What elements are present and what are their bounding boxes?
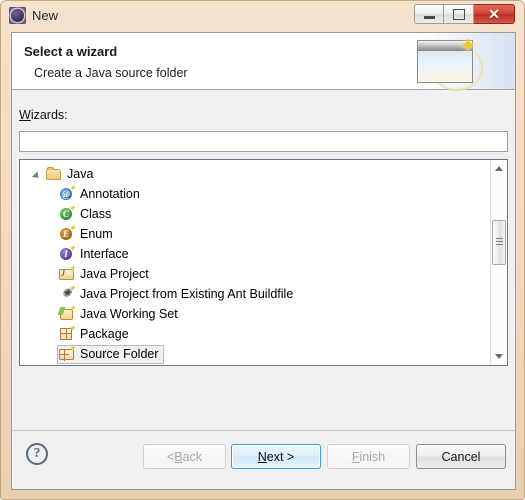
tree-item-label: Annotation <box>80 187 140 201</box>
tree-item-java[interactable]: Java <box>20 164 490 184</box>
tree-item-label: Enum <box>80 227 113 241</box>
close-button[interactable]: ✕ <box>474 4 515 24</box>
title-bar[interactable]: New ✕ <box>1 1 525 31</box>
scroll-up-icon[interactable] <box>491 160 507 177</box>
window-title: New <box>32 8 59 23</box>
tree-item-label: Java <box>67 167 94 181</box>
folder-open-icon <box>46 166 62 182</box>
tree-item-class[interactable]: C ✦ Class <box>20 204 490 224</box>
back-button[interactable]: < Back <box>143 444 226 469</box>
maximize-icon <box>452 8 465 20</box>
next-button-mnemonic: N <box>257 449 267 464</box>
tree-item-java-project-from-ant-buildfile[interactable]: ✺ ✦ Java Project from Existing Ant Buildf… <box>20 284 490 304</box>
wizard-tree[interactable]: Java @ ✦ Annotation C ✦ Class E ✦ Enum I… <box>19 159 508 366</box>
minimize-button[interactable] <box>414 4 444 24</box>
annotation-icon: @ ✦ <box>59 184 76 202</box>
maximize-button[interactable] <box>444 4 474 24</box>
back-button-prefix: < <box>166 449 175 464</box>
java-project-icon: ✦ <box>59 264 76 282</box>
page-title: Select a wizard <box>24 44 118 59</box>
tree-item-label: Source Folder <box>80 347 159 361</box>
tree-item-annotation[interactable]: @ ✦ Annotation <box>20 184 490 204</box>
sparkle-icon: ✦ <box>458 33 478 58</box>
tree-item-java-project[interactable]: ✦ Java Project <box>20 264 490 284</box>
tree-item-label: Interface <box>80 247 129 261</box>
close-icon: ✕ <box>488 6 500 22</box>
gear-icon <box>11 9 24 22</box>
next-button[interactable]: Next > <box>231 444 321 469</box>
working-set-icon: ✦ <box>59 304 76 322</box>
filter-label: Wizards: <box>19 108 68 122</box>
wizard-header: Select a wizard Create a Java source fol… <box>12 33 515 91</box>
filter-label-mnemonic: W <box>19 108 31 122</box>
wizard-tree-list: Java @ ✦ Annotation C ✦ Class E ✦ Enum I… <box>20 160 490 365</box>
help-button[interactable]: ? <box>26 443 48 465</box>
filter-label-rest: izards: <box>30 108 68 122</box>
tree-item-label: Class <box>80 207 112 221</box>
tree-item-enum[interactable]: E ✦ Enum <box>20 224 490 244</box>
scroll-down-icon[interactable] <box>491 348 507 365</box>
back-button-mnemonic: B <box>174 449 183 464</box>
scrollbar-thumb[interactable] <box>492 220 506 265</box>
tree-item-label: Java Project <box>80 267 149 281</box>
enum-icon: E ✦ <box>59 224 76 242</box>
tree-item-source-folder[interactable]: ✦ Source Folder <box>20 344 490 364</box>
button-bar-separator <box>12 430 515 431</box>
scrollbar-grip-icon <box>496 238 503 245</box>
next-button-suffix: ext > <box>266 449 295 464</box>
finish-button-suffix: inish <box>359 449 386 464</box>
tree-item-java-working-set[interactable]: ✦ Java Working Set <box>20 304 490 324</box>
back-button-suffix: ack <box>182 449 203 464</box>
cancel-button-suffix: Cancel <box>441 449 481 464</box>
finish-button-mnemonic: F <box>351 449 360 464</box>
wizard-banner-icon: ✦ <box>395 33 515 91</box>
dialog-window: New ✕ Select a wizard Create a Java sour… <box>0 0 525 500</box>
tree-item-label: Java Project from Existing Ant Buildfile <box>80 287 294 301</box>
class-icon: C ✦ <box>59 204 76 222</box>
page-description: Create a Java source folder <box>34 66 188 80</box>
tree-item-label: Package <box>80 327 129 341</box>
source-folder-icon: ✦ <box>59 344 76 362</box>
tree-scrollbar[interactable] <box>490 160 507 365</box>
tree-item-interface[interactable]: I ✦ Interface <box>20 244 490 264</box>
cancel-button[interactable]: Cancel <box>416 444 506 469</box>
dialog-client-area: Select a wizard Create a Java source fol… <box>11 32 516 490</box>
minimize-icon <box>423 15 435 19</box>
window-icon <box>9 7 26 24</box>
tree-item-label: Java Working Set <box>80 307 178 321</box>
chevron-down-icon[interactable] <box>32 169 43 180</box>
interface-icon: I ✦ <box>59 244 76 262</box>
package-icon: ✦ <box>59 324 76 342</box>
tree-item-package[interactable]: ✦ Package <box>20 324 490 344</box>
finish-button[interactable]: Finish <box>327 444 410 469</box>
wizard-filter-input[interactable] <box>19 131 508 152</box>
ant-buildfile-icon: ✺ ✦ <box>61 283 76 300</box>
